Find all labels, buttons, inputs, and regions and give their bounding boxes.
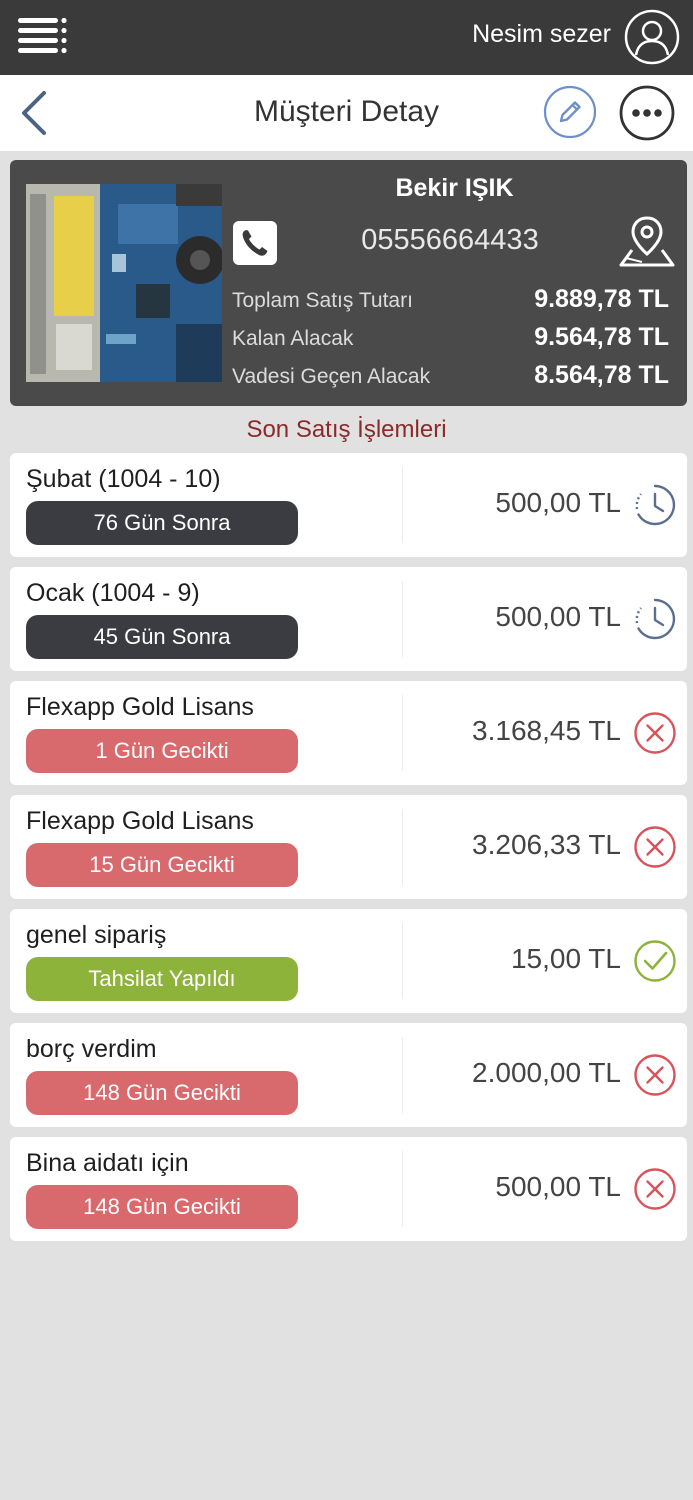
summary-total-sales: Toplam Satış Tutarı 9.889,78 TL: [232, 285, 669, 315]
hamburger-menu-icon: [18, 17, 67, 54]
user-name[interactable]: Nesim sezer: [472, 20, 611, 49]
summary-overdue-receivable: Vadesi Geçen Alacak 8.564,78 TL: [232, 361, 669, 391]
transaction-amount: 2.000,00 TL: [472, 1057, 621, 1088]
summary-value: 9.889,78 TL: [534, 285, 669, 313]
check-circle-icon: [633, 939, 677, 983]
call-button[interactable]: [232, 220, 278, 266]
app-header: Nesim sezer: [0, 0, 693, 75]
summary-value: 9.564,78 TL: [534, 323, 669, 351]
transaction-amount: 500,00 TL: [495, 1171, 621, 1202]
customer-name: Bekir IŞIK: [395, 174, 514, 202]
section-title: Son Satış İşlemleri: [246, 416, 447, 443]
transaction-row[interactable]: Bina aidatı için 148 Gün Gecikti 500,00 …: [10, 1137, 687, 1241]
transaction-status-badge: 148 Gün Gecikti: [26, 1071, 298, 1115]
map-pin-icon: [619, 216, 675, 267]
transaction-amount: 3.206,33 TL: [472, 829, 621, 860]
customer-phone[interactable]: 05556664433: [300, 224, 600, 257]
x-circle-icon: [633, 1167, 677, 1211]
transaction-status-badge: 15 Gün Gecikti: [26, 843, 298, 887]
customer-photo: [26, 184, 222, 382]
divider: [402, 923, 403, 999]
transaction-amount: 15,00 TL: [510, 943, 621, 974]
transaction-row[interactable]: Flexapp Gold Lisans 15 Gün Gecikti 3.206…: [10, 795, 687, 899]
more-options-button[interactable]: [618, 84, 676, 142]
transaction-row[interactable]: Şubat (1004 - 10) 76 Gün Sonra 500,00 TL: [10, 453, 687, 557]
transaction-title: borç verdim: [26, 1035, 157, 1063]
divider: [402, 467, 403, 543]
pencil-icon: [543, 85, 597, 139]
location-button[interactable]: [618, 216, 676, 268]
divider: [402, 809, 403, 885]
transaction-status-badge: Tahsilat Yapıldı: [26, 957, 298, 1001]
summary-label: Kalan Alacak: [232, 327, 354, 350]
transaction-row[interactable]: genel sipariş Tahsilat Yapıldı 15,00 TL: [10, 909, 687, 1013]
clock-icon: [633, 597, 677, 641]
transaction-amount: 3.168,45 TL: [472, 715, 621, 746]
transaction-title: genel sipariş: [26, 921, 167, 949]
transaction-status-badge: 76 Gün Sonra: [26, 501, 298, 545]
transaction-title: Şubat (1004 - 10): [26, 465, 221, 493]
summary-remaining-receivable: Kalan Alacak 9.564,78 TL: [232, 323, 669, 353]
transaction-amount: 500,00 TL: [495, 487, 621, 518]
transaction-title: Bina aidatı için: [26, 1149, 189, 1177]
phone-icon: [233, 221, 277, 265]
summary-label: Vadesi Geçen Alacak: [232, 365, 431, 388]
menu-button[interactable]: [14, 14, 70, 60]
user-profile-button[interactable]: [623, 8, 681, 66]
transaction-title: Flexapp Gold Lisans: [26, 693, 254, 721]
x-circle-icon: [633, 825, 677, 869]
clock-icon: [633, 483, 677, 527]
transaction-status-badge: 45 Gün Sonra: [26, 615, 298, 659]
summary-value: 8.564,78 TL: [534, 361, 669, 389]
transaction-status-badge: 1 Gün Gecikti: [26, 729, 298, 773]
transaction-title: Ocak (1004 - 9): [26, 579, 200, 607]
transaction-row[interactable]: Ocak (1004 - 9) 45 Gün Sonra 500,00 TL: [10, 567, 687, 671]
transaction-row[interactable]: Flexapp Gold Lisans 1 Gün Gecikti 3.168,…: [10, 681, 687, 785]
edit-button[interactable]: [542, 84, 598, 140]
transaction-row[interactable]: borç verdim 148 Gün Gecikti 2.000,00 TL: [10, 1023, 687, 1127]
divider: [402, 581, 403, 657]
transaction-amount: 500,00 TL: [495, 601, 621, 632]
divider: [402, 695, 403, 771]
divider: [402, 1151, 403, 1227]
x-circle-icon: [633, 1053, 677, 1097]
x-circle-icon: [633, 711, 677, 755]
customer-summary-card: Bekir IŞIK 05556664433 Toplam Satış Tuta…: [10, 160, 687, 406]
summary-label: Toplam Satış Tutarı: [232, 289, 413, 312]
transaction-title: Flexapp Gold Lisans: [26, 807, 254, 835]
user-avatar-icon: [624, 9, 680, 65]
title-bar: Müşteri Detay: [0, 75, 693, 151]
divider: [402, 1037, 403, 1113]
transaction-status-badge: 148 Gün Gecikti: [26, 1185, 298, 1229]
more-dots-icon: [619, 85, 675, 141]
